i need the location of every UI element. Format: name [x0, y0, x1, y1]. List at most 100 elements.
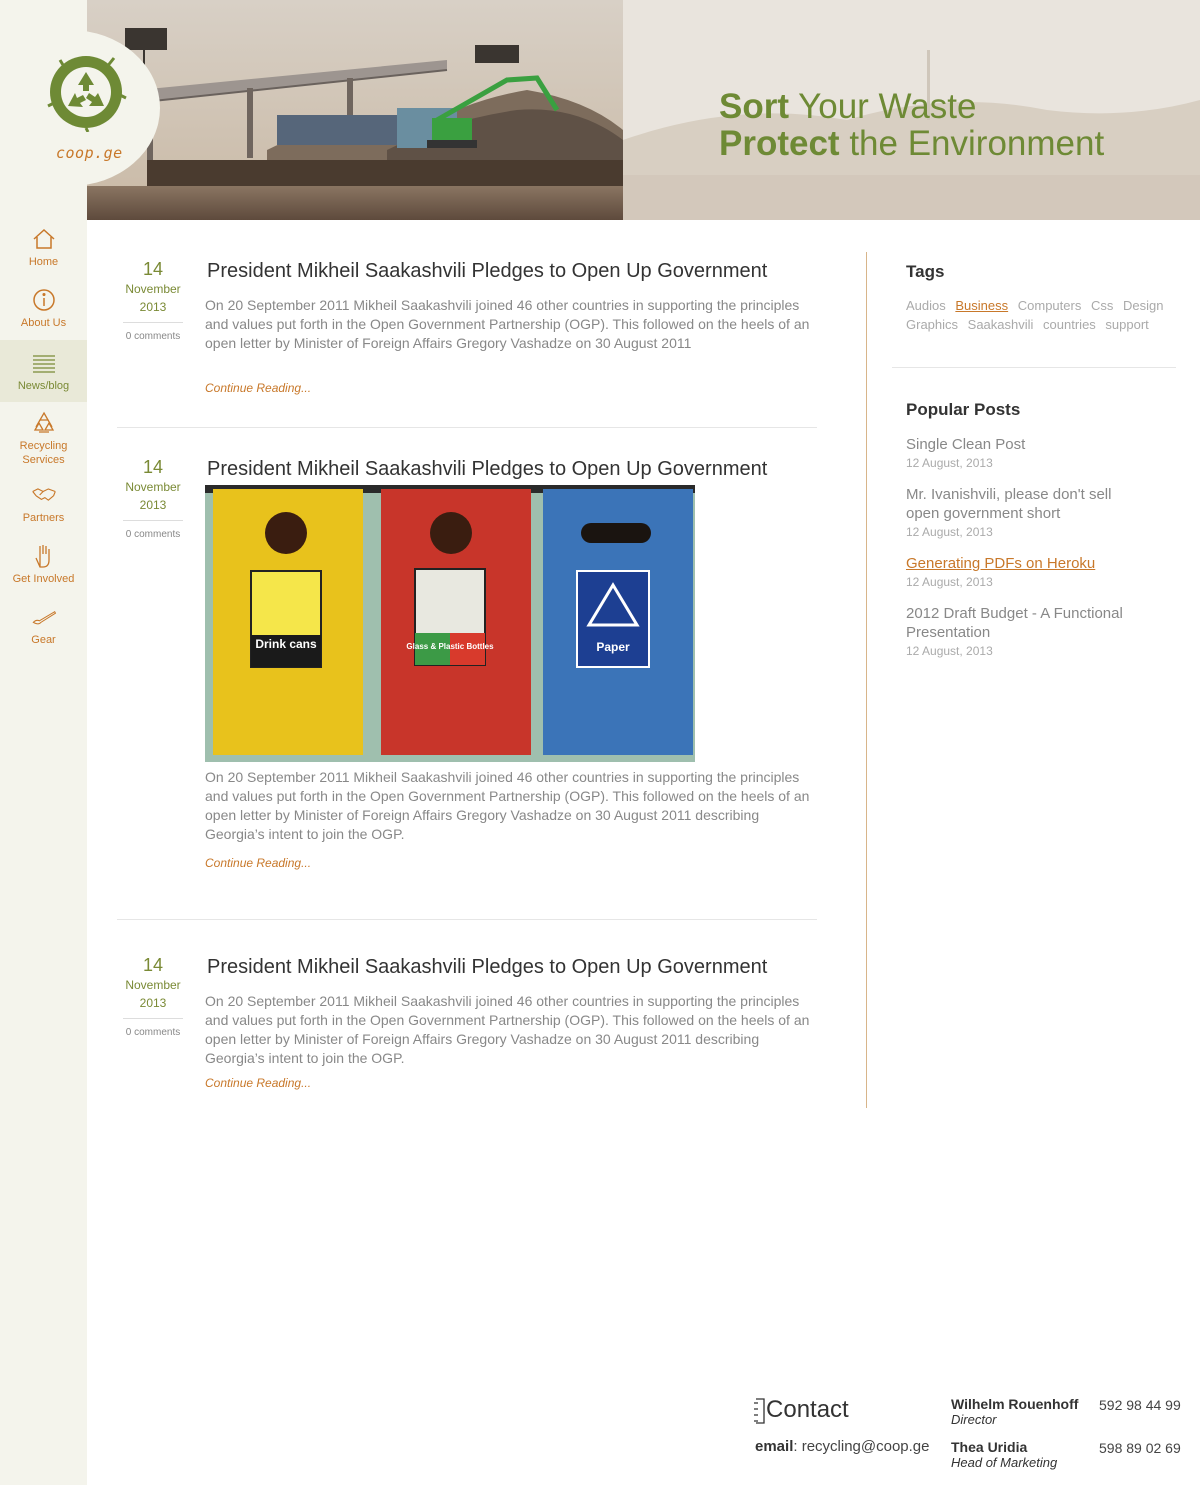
post-body: President Mikheil Saakashvili Pledges to…	[205, 252, 817, 397]
nav-item-recycling-services[interactable]: Recycling Services	[0, 405, 87, 471]
blog-posts: 14 November 2013 0 comments President Mi…	[117, 252, 817, 1128]
contact-email: email: recycling@coop.ge	[755, 1438, 930, 1455]
popular-post-link-active[interactable]: Generating PDFs on Heroku	[906, 554, 1136, 573]
tag-link-active[interactable]: Business	[955, 298, 1008, 313]
nav-label: Partners	[22, 511, 65, 524]
nav-label: Recycling Services	[19, 439, 68, 466]
hero-line2-bold: Protect	[719, 124, 840, 163]
continue-reading-link[interactable]: Continue Reading...	[205, 381, 311, 395]
hero-banner: Sort Your Waste Protect the Environment	[87, 0, 1200, 220]
nav-item-about-us[interactable]: About Us	[0, 279, 87, 337]
contact-role: Director	[951, 1412, 997, 1427]
contact-name: Wilhelm Rouenhoff	[951, 1396, 1079, 1412]
post-excerpt: On 20 September 2011 Mikheil Saakashvili…	[205, 769, 810, 842]
recycle-logo-icon[interactable]	[44, 48, 128, 132]
popular-post-item: Mr. Ivanishvili, please don't sell open …	[906, 485, 1136, 539]
news-icon	[32, 354, 55, 373]
contact-title-initial: C	[766, 1396, 784, 1423]
blog-post: 14 November 2013 0 comments President Mi…	[117, 948, 817, 1128]
tag-link[interactable]: Design	[1123, 298, 1163, 313]
hero-line1-bold: Sort	[719, 87, 789, 126]
contact-person: Thea Uridia Head of Marketing	[951, 1439, 1057, 1470]
post-title[interactable]: President Mikheil Saakashvili Pledges to…	[207, 948, 817, 979]
continue-reading-link[interactable]: Continue Reading...	[205, 856, 311, 870]
hero-line2-rest: the Environment	[839, 124, 1105, 163]
nav-label: About Us	[20, 316, 67, 329]
tag-link[interactable]: Css	[1091, 298, 1113, 313]
recycle-icon	[33, 411, 54, 433]
popular-post-date: 12 August, 2013	[906, 525, 993, 539]
popular-post-date: 12 August, 2013	[906, 644, 993, 658]
popular-post-date: 12 August, 2013	[906, 575, 993, 589]
nav-item-partners[interactable]: Partners	[0, 474, 87, 532]
home-icon	[32, 228, 55, 249]
brush-icon	[31, 610, 56, 624]
popular-post-link[interactable]: 2012 Draft Budget - A Functional Present…	[906, 604, 1136, 642]
main-nav: Home About Us News/blog Recycling Servic…	[0, 218, 87, 657]
post-date: 14 November 2013 0 comments	[117, 954, 189, 1038]
contact-name: Thea Uridia	[951, 1439, 1028, 1455]
popular-post-item: 2012 Draft Budget - A Functional Present…	[906, 604, 1136, 658]
post-date: 14 November 2013 0 comments	[117, 456, 189, 540]
widget-divider	[892, 367, 1176, 368]
post-year: 2013	[123, 298, 183, 323]
post-image-recycling-bins: Drink cans Glass & Plastic Bottles Paper	[205, 485, 695, 762]
sidebar: coop.ge Home About Us News/blog Recyclin…	[0, 0, 160, 1485]
post-day: 14	[142, 955, 164, 975]
tag-link[interactable]: Computers	[1018, 298, 1082, 313]
nav-item-news-blog[interactable]: News/blog	[0, 340, 87, 402]
column-divider	[866, 252, 867, 1108]
contact-phone[interactable]: 598 89 02 69	[1099, 1440, 1181, 1456]
post-comments-link[interactable]: 0 comments	[117, 529, 189, 540]
contact-phone[interactable]: 592 98 44 99	[1099, 1397, 1181, 1413]
nav-label: Get Involved	[12, 572, 75, 585]
email-link[interactable]: recycling@coop.ge	[802, 1438, 930, 1455]
tag-link[interactable]: Audios	[906, 298, 946, 313]
tag-list: Audios Business Computers Css Design Gra…	[906, 296, 1176, 334]
nav-item-home[interactable]: Home	[0, 218, 87, 276]
popular-post-link[interactable]: Single Clean Post	[906, 435, 1136, 454]
post-excerpt: On 20 September 2011 Mikheil Saakashvili…	[205, 993, 810, 1066]
hand-icon	[34, 544, 50, 568]
handshake-icon	[31, 487, 56, 501]
popular-posts-title: Popular Posts	[906, 400, 1021, 419]
notebook-icon	[754, 1398, 765, 1424]
tag-link[interactable]: support	[1105, 317, 1148, 332]
info-icon	[32, 288, 55, 311]
tags-widget: Tags Audios Business Computers Css Desig…	[906, 262, 1176, 334]
nav-label: Gear	[31, 633, 56, 646]
blog-post: 14 November 2013 0 comments President Mi…	[117, 450, 817, 920]
popular-post-item: Generating PDFs on Heroku 12 August, 201…	[906, 554, 1136, 589]
contact-person: Wilhelm Rouenhoff Director	[951, 1396, 1078, 1427]
post-month: November	[125, 480, 181, 494]
post-excerpt: On 20 September 2011 Mikheil Saakashvili…	[205, 297, 810, 351]
post-body: President Mikheil Saakashvili Pledges to…	[205, 948, 817, 1092]
tag-link[interactable]: Saakashvili	[968, 317, 1034, 332]
post-day: 14	[142, 457, 164, 477]
post-month: November	[125, 282, 181, 296]
nav-item-get-involved[interactable]: Get Involved	[0, 535, 87, 593]
post-day: 14	[142, 259, 164, 279]
popular-post-link[interactable]: Mr. Ivanishvili, please don't sell open …	[906, 485, 1136, 523]
continue-reading-link[interactable]: Continue Reading...	[205, 1076, 311, 1090]
logo-text: coop.ge	[56, 144, 123, 162]
popular-post-item: Single Clean Post 12 August, 2013	[906, 435, 1136, 470]
post-title[interactable]: President Mikheil Saakashvili Pledges to…	[207, 252, 817, 283]
post-comments-link[interactable]: 0 comments	[117, 331, 189, 342]
post-year: 2013	[123, 994, 183, 1019]
bin-label-cans: Drink cans	[255, 637, 317, 651]
nav-label: News/blog	[17, 379, 70, 392]
bin-label-bottles: Glass & Plastic Bottles	[406, 642, 494, 651]
nav-item-gear[interactable]: Gear	[0, 596, 87, 654]
hero-tagline: Sort Your Waste Protect the Environment	[719, 88, 1104, 162]
post-title[interactable]: President Mikheil Saakashvili Pledges to…	[207, 450, 817, 481]
blog-post: 14 November 2013 0 comments President Mi…	[117, 252, 817, 428]
post-comments-link[interactable]: 0 comments	[117, 1027, 189, 1038]
post-year: 2013	[123, 496, 183, 521]
tag-link[interactable]: countries	[1043, 317, 1096, 332]
email-label: email	[755, 1438, 794, 1455]
bin-label-paper: Paper	[596, 640, 630, 654]
tag-link[interactable]: Graphics	[906, 317, 958, 332]
hero-line1-rest: Your Waste	[789, 87, 977, 126]
tags-title: Tags	[906, 262, 945, 281]
